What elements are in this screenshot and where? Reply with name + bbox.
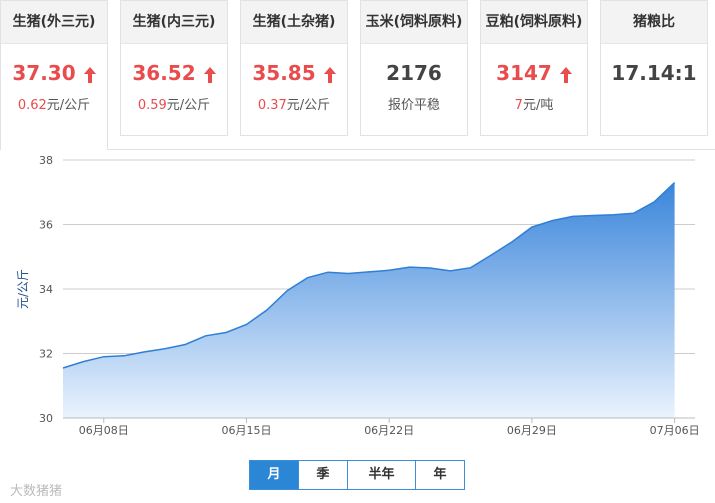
data-point — [490, 254, 492, 256]
x-tick-label: 06月29日 — [507, 424, 557, 437]
card-change: 0.59元/公斤 — [137, 98, 211, 113]
period-month-button[interactable]: 月 — [250, 461, 298, 489]
card-change: 0.37元/公斤 — [257, 98, 331, 113]
arrow-up-icon — [323, 66, 336, 83]
data-point — [82, 360, 84, 362]
card-value: 3147 — [481, 61, 587, 85]
data-point — [388, 269, 390, 271]
price-chart: 30 32 34 36 38 06月08日 06月15日 06月22日 06月29日 07月06日… — [0, 149, 715, 460]
data-point — [245, 323, 247, 325]
arrow-up-icon — [83, 66, 96, 83]
data-point — [205, 335, 207, 337]
data-point — [62, 367, 64, 369]
data-point — [449, 270, 451, 272]
data-point — [327, 271, 329, 273]
period-quarter-button[interactable]: 季 — [297, 461, 347, 489]
watermark: 大数猪猪 — [10, 484, 63, 499]
data-point — [633, 212, 635, 214]
card-title: 猪粮比 — [601, 1, 707, 44]
card-pig-neisanyuan[interactable]: 生猪(内三元) 36.52 0.59元/公斤 — [120, 0, 228, 136]
x-tick-label: 06月15日 — [221, 424, 271, 437]
card-change: 0.62元/公斤 — [17, 98, 91, 113]
data-point — [286, 289, 288, 291]
card-value: 17.14:1 — [611, 61, 697, 85]
y-axis-label: 元/公斤 — [16, 269, 30, 309]
card-value: 37.30 — [1, 61, 107, 85]
price-cards: 生猪(外三元) 37.30 0.62元/公斤 生猪(内三元) 36.52 0.5… — [0, 0, 715, 150]
card-pig-tuzazhu[interactable]: 生猪(土杂猪) 35.85 0.37元/公斤 — [240, 0, 348, 136]
y-tick-label: 38 — [39, 154, 53, 167]
data-point — [143, 351, 145, 353]
arrow-up-icon — [203, 66, 216, 83]
data-point — [571, 215, 573, 217]
x-tick-label: 06月22日 — [364, 424, 414, 437]
y-tick-label: 30 — [39, 412, 53, 425]
data-point — [184, 343, 186, 345]
series-area — [63, 182, 675, 418]
data-point — [103, 356, 105, 358]
data-point — [612, 214, 614, 216]
data-point — [531, 226, 533, 228]
period-year-button[interactable]: 年 — [415, 461, 464, 489]
card-title: 豆粕(饲料原料) — [481, 1, 587, 44]
card-note: 报价平稳 — [387, 98, 440, 113]
data-point — [368, 271, 370, 273]
data-point — [592, 214, 594, 216]
chart-svg: 30 32 34 36 38 06月08日 06月15日 06月22日 06月29日 07月06日… — [16, 154, 700, 437]
card-change: 7元/吨 — [514, 98, 554, 113]
card-title: 玉米(饲料原料) — [361, 1, 467, 44]
data-point — [653, 201, 655, 203]
data-point — [408, 266, 410, 268]
data-point — [551, 219, 553, 221]
card-title: 生猪(外三元) — [1, 1, 107, 44]
period-selector: 月 季 半年 年 — [249, 460, 465, 490]
card-value: 35.85 — [241, 61, 347, 85]
data-point — [510, 241, 512, 243]
card-corn[interactable]: 玉米(饲料原料) 2176 报价平稳 — [360, 0, 468, 136]
card-soymeal[interactable]: 豆粕(饲料原料) 3147 7元/吨 — [480, 0, 588, 136]
card-pig-waisanyuan[interactable]: 生猪(外三元) 37.30 0.62元/公斤 — [0, 0, 108, 150]
card-title: 生猪(内三元) — [121, 1, 227, 44]
data-point — [225, 331, 227, 333]
card-title: 生猪(土杂猪) — [241, 1, 347, 44]
card-value: 36.52 — [121, 61, 227, 85]
x-tick-label: 06月08日 — [79, 424, 129, 437]
data-point — [164, 347, 166, 349]
x-tick-label: 07月06日 — [650, 424, 700, 437]
y-tick-label: 36 — [39, 219, 53, 232]
data-point — [673, 181, 675, 183]
data-point — [306, 277, 308, 279]
card-value: 2176 — [386, 61, 442, 85]
data-point — [429, 267, 431, 269]
card-pig-grain-ratio[interactable]: 猪粮比 17.14:1 — [600, 0, 708, 136]
period-halfyear-button[interactable]: 半年 — [346, 461, 416, 489]
data-point — [470, 267, 472, 269]
data-point — [347, 272, 349, 274]
y-tick-label: 34 — [39, 283, 53, 296]
data-point — [123, 355, 125, 357]
y-tick-label: 32 — [39, 348, 53, 361]
data-point — [266, 309, 268, 311]
arrow-up-icon — [559, 66, 572, 83]
